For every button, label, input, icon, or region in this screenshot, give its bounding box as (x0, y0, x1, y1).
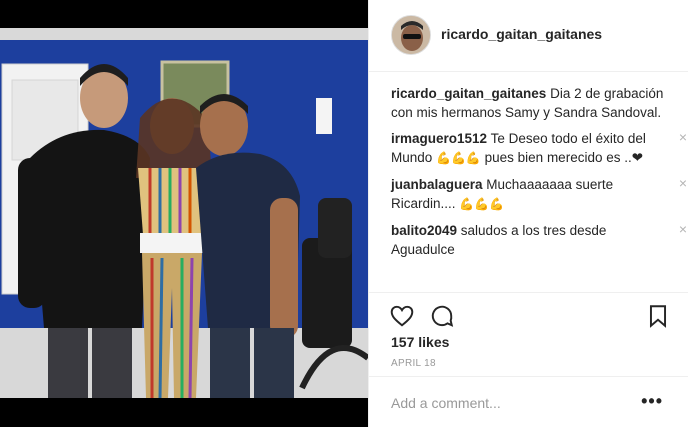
comment-input[interactable] (391, 392, 631, 414)
close-icon[interactable]: × (679, 176, 687, 190)
likes-count[interactable]: 157 likes (391, 334, 449, 350)
more-options-icon[interactable]: ••• (641, 391, 663, 412)
avatar-image (392, 16, 430, 54)
header-username[interactable]: ricardo_gaitan_gaitanes (441, 26, 602, 42)
comments-list: ricardo_gaitan_gaitanes Dia 2 de grabaci… (391, 84, 687, 266)
close-icon[interactable]: × (679, 222, 687, 236)
flexed-biceps-emoji: 💪💪💪 (459, 197, 505, 211)
comment-username[interactable]: irmaguero1512 (391, 131, 487, 146)
avatar[interactable] (391, 15, 431, 55)
post-photo-pane (0, 0, 368, 427)
comment-item: irmaguero1512 Te Deseo todo el éxito del… (391, 129, 687, 168)
post-photo-illustration (0, 28, 368, 398)
comment-icon[interactable] (429, 303, 455, 329)
flexed-biceps-emoji: 💪💪💪 (436, 151, 481, 165)
heart-icon[interactable] (389, 303, 415, 329)
post-photo[interactable] (0, 28, 368, 398)
add-comment-bar: ••• (369, 376, 688, 427)
comment-username[interactable]: ricardo_gaitan_gaitanes (391, 86, 546, 101)
bookmark-icon[interactable] (645, 303, 671, 329)
post-date[interactable]: APRIL 18 (391, 358, 436, 369)
comment-username[interactable]: juanbalaguera (391, 177, 483, 192)
comment-username[interactable]: balito2049 (391, 223, 457, 238)
comment-item: juanbalaguera Muchaaaaaaa suerte Ricardi… (391, 175, 687, 214)
post-actions: 157 likes APRIL 18 (369, 292, 688, 376)
post-details-panel: ricardo_gaitan_gaitanes ricardo_gaitan_g… (368, 0, 688, 427)
comment-caption: ricardo_gaitan_gaitanes Dia 2 de grabaci… (391, 84, 681, 122)
comment-text-suffix: pues bien merecido es ..❤ (484, 150, 644, 165)
close-icon[interactable]: × (679, 130, 687, 144)
post-header: ricardo_gaitan_gaitanes (369, 0, 688, 72)
comment-item: balito2049 saludos a los tres desde Agua… (391, 221, 687, 259)
